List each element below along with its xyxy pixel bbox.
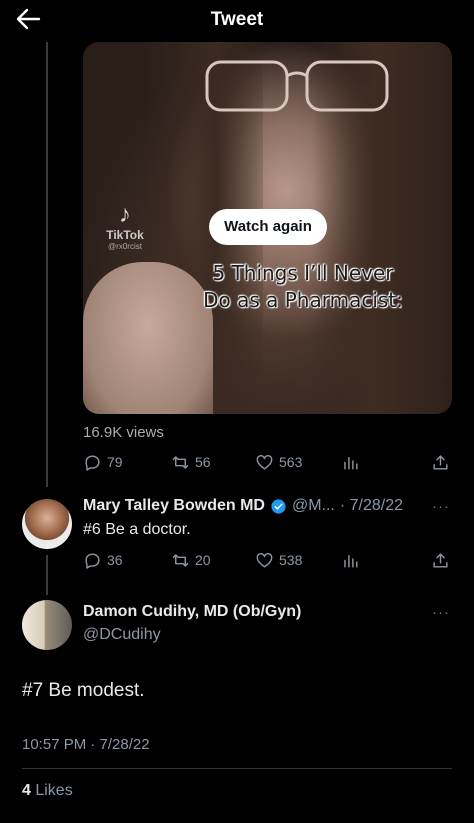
- tweet-timestamp[interactable]: 10:57 PM · 7/28/22: [22, 736, 150, 753]
- retweet-count: 56: [195, 454, 211, 470]
- tiktok-watermark: ♪ TikTok @rx0rcist: [95, 201, 155, 252]
- likes-summary[interactable]: 4 Likes: [22, 782, 73, 800]
- share-button[interactable]: [431, 451, 450, 473]
- analytics-button[interactable]: [341, 451, 360, 473]
- video-player[interactable]: ♪ TikTok @rx0rcist Watch again 5 Things …: [83, 42, 452, 414]
- heart-icon: [256, 552, 273, 568]
- video-frame-detail: [205, 60, 389, 112]
- retweet-icon: [172, 553, 189, 567]
- avatar[interactable]: [22, 600, 72, 650]
- like-count: 538: [279, 552, 303, 568]
- tweet-text: #7 Be modest.: [22, 680, 145, 701]
- reply-count: 36: [107, 552, 123, 568]
- share-icon: [433, 454, 448, 470]
- like-button[interactable]: 538: [255, 549, 302, 571]
- retweet-button[interactable]: 20: [171, 549, 211, 571]
- tiktok-username: @rx0rcist: [108, 242, 142, 251]
- video-caption-line: 5 Things I’ll Never: [212, 261, 394, 285]
- analytics-icon: [344, 456, 358, 470]
- tiktok-icon: ♪: [119, 201, 131, 228]
- reply-button[interactable]: 79: [83, 451, 123, 473]
- tweet-actions: 79 56 563: [83, 451, 452, 473]
- like-count: 563: [279, 454, 303, 470]
- likes-count: 4: [22, 782, 31, 799]
- retweet-count: 20: [195, 552, 211, 568]
- thread-line: [46, 555, 48, 595]
- heart-icon: [256, 454, 273, 470]
- tweet-actions: 36 20 538: [83, 549, 452, 571]
- likes-label: Likes: [30, 782, 73, 799]
- tiktok-brand: TikTok: [106, 228, 144, 242]
- reply-button[interactable]: 36: [83, 549, 123, 571]
- divider: [22, 768, 452, 769]
- video-caption-line: Do as a Pharmacist:: [203, 288, 403, 312]
- video-caption: 5 Things I’ll Never Do as a Pharmacist:: [153, 260, 452, 314]
- tweet-author-row: Mary Talley Bowden MD @M... · 7/28/22: [83, 497, 403, 515]
- author-handle[interactable]: @DCudihy: [83, 626, 161, 644]
- retweet-icon: [172, 455, 189, 469]
- avatar[interactable]: [22, 499, 72, 549]
- tweet-text: #6 Be a doctor.: [83, 521, 191, 538]
- author-name[interactable]: Damon Cudihy, MD (Ob/Gyn): [83, 603, 301, 621]
- watch-again-button[interactable]: Watch again: [209, 209, 327, 245]
- more-options-icon[interactable]: ···: [432, 604, 450, 621]
- analytics-button[interactable]: [341, 549, 360, 571]
- like-button[interactable]: 563: [255, 451, 302, 473]
- share-button[interactable]: [431, 549, 450, 571]
- share-icon: [433, 552, 448, 568]
- more-options-icon[interactable]: ···: [432, 498, 450, 515]
- tweet-date: · 7/28/22: [339, 497, 404, 514]
- retweet-button[interactable]: 56: [171, 451, 211, 473]
- reply-icon: [85, 454, 100, 471]
- thread-line: [46, 42, 48, 487]
- reply-count: 79: [107, 454, 123, 470]
- page-title: Tweet: [210, 9, 264, 30]
- analytics-icon: [344, 554, 358, 568]
- verified-badge-icon: [271, 498, 286, 514]
- view-count: 16.9K views: [83, 424, 164, 441]
- author-handle[interactable]: @M...: [292, 497, 335, 515]
- author-name[interactable]: Mary Talley Bowden MD: [83, 497, 265, 515]
- reply-icon: [85, 552, 100, 569]
- tweet-author-row: Damon Cudihy, MD (Ob/Gyn): [83, 603, 301, 621]
- top-bar: Tweet: [0, 0, 474, 38]
